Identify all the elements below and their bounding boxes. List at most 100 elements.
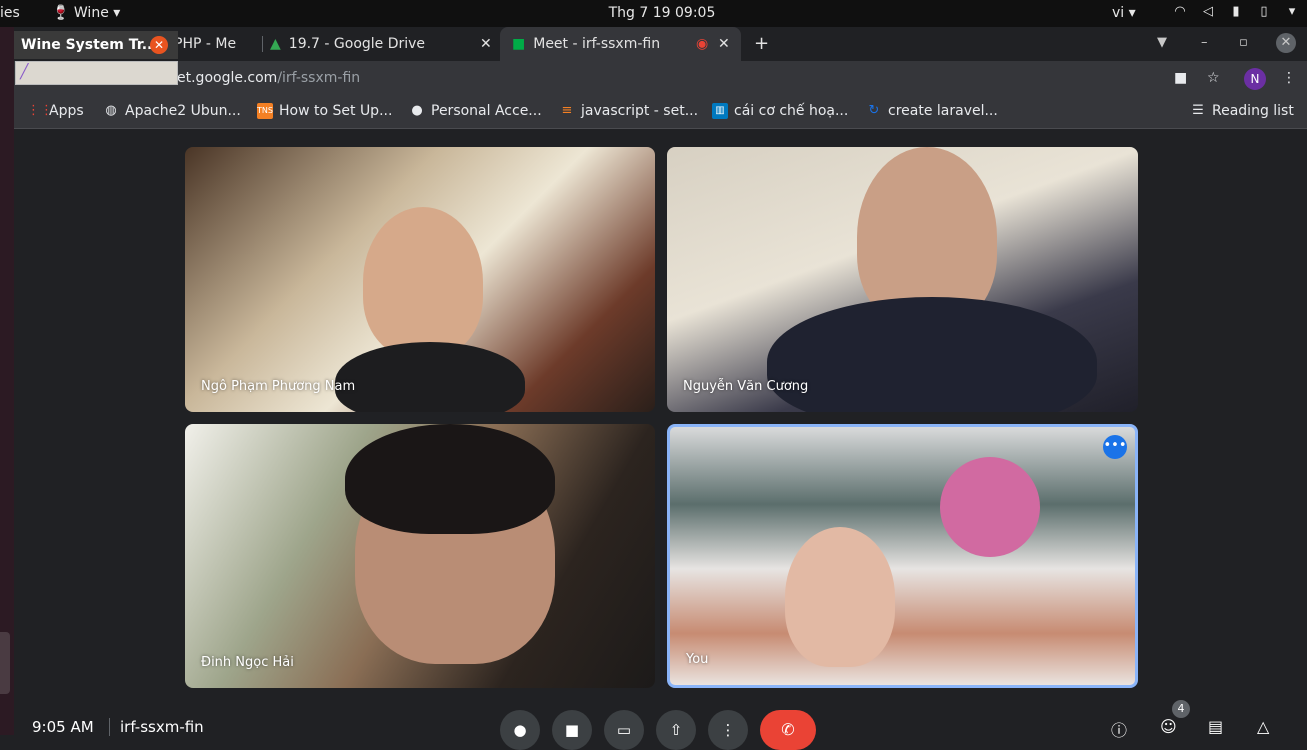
- bookmark-apps[interactable]: ⋮⋮ Apps: [27, 103, 84, 119]
- language-label: vi: [1112, 5, 1125, 21]
- people-icon[interactable]: ☺: [1160, 717, 1177, 736]
- wine-window-title: Wine System Tr...: [21, 37, 158, 53]
- trello-icon: ▥: [712, 103, 728, 119]
- url-path: /irf-ssxm-fin: [277, 70, 361, 86]
- people-count-badge: 4: [1172, 700, 1190, 718]
- recording-icon: ◉: [696, 36, 709, 52]
- participant-tile[interactable]: Nguyễn Văn Cương: [667, 147, 1138, 412]
- camera-in-use-icon[interactable]: ■: [1174, 70, 1187, 86]
- meeting-code: irf-ssxm-fin: [120, 718, 204, 736]
- system-tray[interactable]: ◠ ◁ ▮ ▯ ▾: [1172, 4, 1300, 20]
- close-window-icon[interactable]: ✕: [1276, 33, 1296, 53]
- participant-tile-self[interactable]: ••• You: [667, 424, 1138, 688]
- participant-tile[interactable]: Đinh Ngọc Hải: [185, 424, 655, 688]
- camera-icon: ■: [564, 721, 580, 739]
- bookmark-label: Apache2 Ubun...: [125, 103, 241, 119]
- google-meet-icon: ■: [512, 36, 526, 52]
- volume-icon: ◁: [1203, 4, 1213, 19]
- participant-video: [767, 297, 1097, 412]
- more-options-button[interactable]: ⋮: [708, 710, 748, 750]
- tab-label: PHP - Me: [174, 36, 237, 52]
- address-bar-row: et.google.com/irf-ssxm-fin ■ ☆ N ⋮: [14, 61, 1307, 95]
- bookmark-javascript[interactable]: ≡ javascript - set...: [559, 103, 699, 119]
- bookmark-label: cái cơ chế hoạ...: [734, 103, 849, 119]
- bookmark-how-to-set-up[interactable]: TNS How to Set Up...: [257, 103, 392, 119]
- tab-meet[interactable]: ■ Meet - irf-ssxm-fin ◉ ✕: [500, 27, 741, 61]
- reading-list-button[interactable]: ☰ Reading list: [1190, 103, 1294, 119]
- wine-tray-panel[interactable]: ╱: [15, 61, 178, 85]
- bookmark-label: create laravel...: [888, 103, 998, 119]
- captions-button[interactable]: ▭: [604, 710, 644, 750]
- tab-search-icon[interactable]: ▼: [1157, 35, 1167, 50]
- close-icon[interactable]: ✕: [150, 36, 168, 54]
- bookmark-label: Personal Acce...: [431, 103, 542, 119]
- stackoverflow-icon: ≡: [561, 103, 573, 118]
- tab-label: Meet - irf-ssxm-fin: [533, 36, 661, 52]
- participant-name: Ngô Phạm Phương Nam: [201, 379, 356, 394]
- camera-button[interactable]: ■: [552, 710, 592, 750]
- maximize-icon[interactable]: ▫: [1239, 35, 1248, 50]
- input-language[interactable]: vi ▾: [1112, 5, 1136, 21]
- github-icon: ●: [411, 103, 423, 118]
- participant-video: [345, 424, 555, 534]
- profile-avatar[interactable]: N: [1244, 68, 1266, 90]
- system-clock[interactable]: Thg 7 19 09:05: [0, 5, 1307, 21]
- url-host: et.google.com: [177, 70, 278, 86]
- present-icon: ⇧: [669, 721, 683, 739]
- participant-tile[interactable]: Ngô Phạm Phương Nam: [185, 147, 655, 412]
- tab-php[interactable]: PHP - Me: [174, 27, 262, 61]
- more-vert-icon: ⋮: [720, 721, 736, 739]
- participant-name: You: [686, 652, 709, 667]
- pen-icon: ╱: [20, 64, 29, 80]
- phone-hangup-icon: ✆: [781, 720, 795, 739]
- captions-icon: ▭: [616, 721, 632, 739]
- wine-system-tray-window[interactable]: Wine System Tr... ✕: [14, 31, 178, 59]
- bookmark-label: Apps: [49, 103, 84, 119]
- present-button[interactable]: ⇧: [656, 710, 696, 750]
- bookmark-star-icon[interactable]: ☆: [1207, 70, 1220, 86]
- globe-icon: ◍: [105, 103, 117, 118]
- info-icon[interactable]: ⓘ: [1111, 717, 1127, 741]
- apps-grid-icon: ⋮⋮: [27, 103, 53, 118]
- google-drive-icon: ▲: [270, 36, 281, 52]
- chevron-down-icon: ▾: [1128, 5, 1136, 21]
- chat-icon[interactable]: ▤: [1208, 717, 1223, 736]
- tab-google-drive[interactable]: ▲ 19.7 - Google Drive ✕: [270, 27, 502, 61]
- microphone-icon: ●: [513, 721, 527, 739]
- tns-icon: TNS: [257, 103, 273, 119]
- reading-list-icon: ☰: [1192, 103, 1204, 118]
- browser-menu-icon[interactable]: ⋮: [1282, 70, 1296, 86]
- reading-list-label: Reading list: [1212, 103, 1294, 119]
- bookmark-apache2[interactable]: ◍ Apache2 Ubun...: [103, 103, 241, 119]
- leave-call-button[interactable]: ✆: [760, 710, 816, 750]
- dock-item[interactable]: [0, 632, 10, 694]
- microphone-button[interactable]: ●: [500, 710, 540, 750]
- bookmark-label: javascript - set...: [581, 103, 699, 119]
- launcher-dock: [0, 27, 14, 735]
- close-tab-icon[interactable]: ✕: [480, 36, 492, 52]
- tab-label: 19.7 - Google Drive: [288, 36, 426, 52]
- battery-icon: ▯: [1260, 4, 1268, 19]
- system-top-bar: ies 🍷 Wine ▾ Thg 7 19 09:05 vi ▾ ◠ ◁ ▮ ▯…: [0, 0, 1307, 27]
- participant-name: Đinh Ngọc Hải: [201, 655, 294, 670]
- chevron-down-icon: ▾: [1288, 4, 1296, 19]
- divider: [109, 718, 110, 736]
- new-tab-icon[interactable]: +: [754, 33, 769, 54]
- participant-video: [785, 527, 895, 667]
- close-tab-icon[interactable]: ✕: [718, 36, 730, 52]
- microphone-icon: ▮: [1232, 4, 1240, 19]
- participant-video: [363, 207, 483, 357]
- tab-separator: [262, 36, 263, 52]
- bookmark-personal-access[interactable]: ● Personal Acce...: [409, 103, 542, 119]
- bookmark-label: How to Set Up...: [279, 103, 393, 119]
- address-bar[interactable]: et.google.com/irf-ssxm-fin: [177, 70, 360, 86]
- wifi-icon: ◠: [1174, 4, 1186, 19]
- minimize-icon[interactable]: –: [1201, 35, 1208, 50]
- participant-video: [335, 342, 525, 412]
- more-options-icon[interactable]: •••: [1103, 435, 1127, 459]
- activities-icon[interactable]: △: [1257, 717, 1269, 736]
- bookmark-create-laravel[interactable]: ↻ create laravel...: [866, 103, 998, 119]
- participant-video: [940, 457, 1040, 557]
- bookmark-cai-co-che[interactable]: ▥ cái cơ chế hoạ...: [712, 103, 848, 119]
- participant-name: Nguyễn Văn Cương: [683, 379, 809, 394]
